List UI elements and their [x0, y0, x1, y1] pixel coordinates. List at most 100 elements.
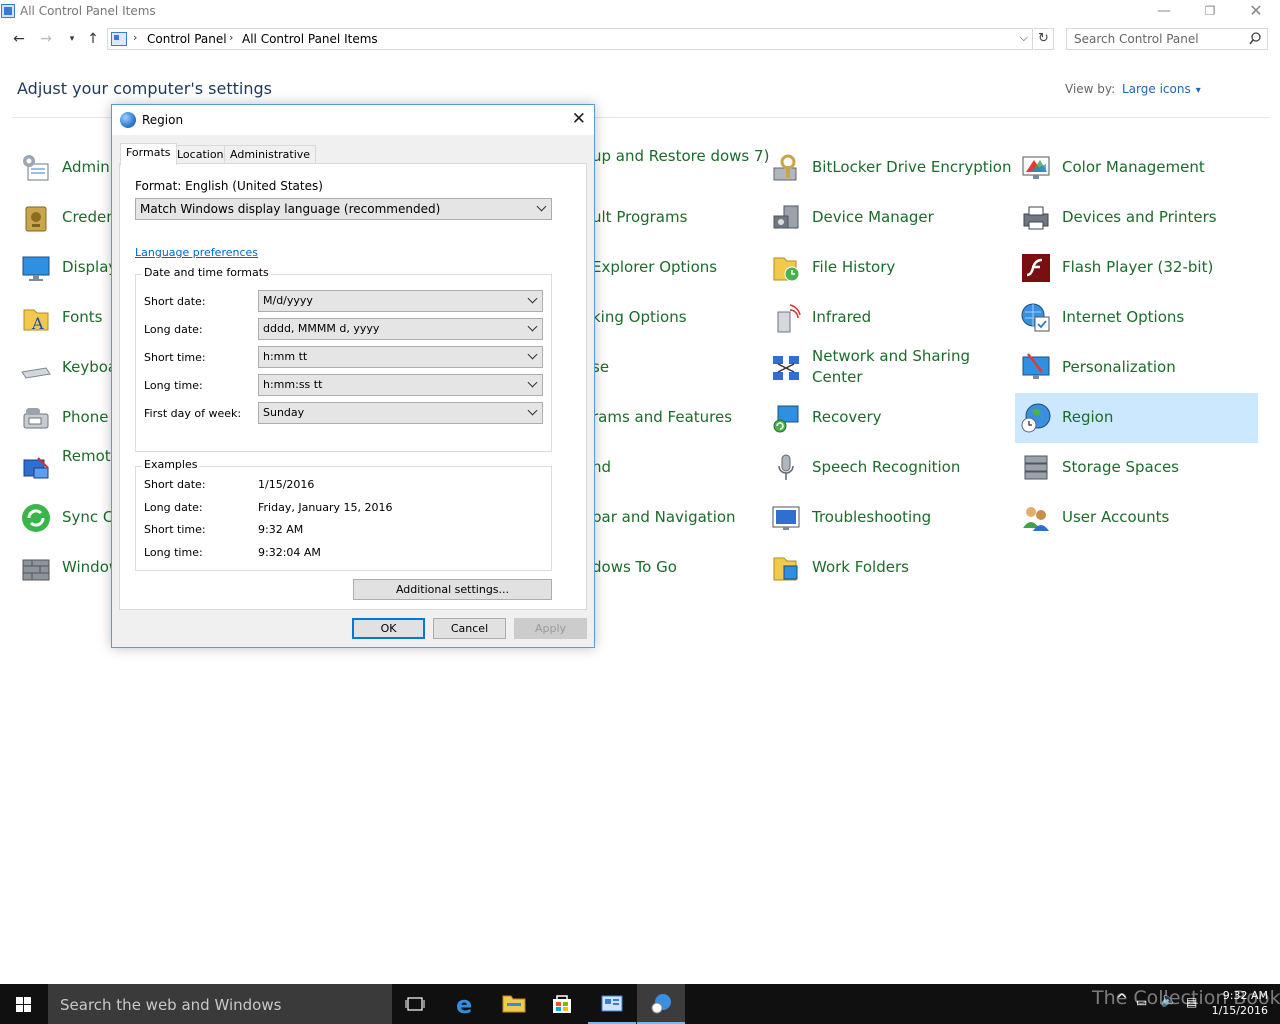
cp-item-recovery[interactable]: Recovery — [765, 393, 1008, 443]
first-day-select[interactable]: Sunday — [258, 402, 543, 424]
cp-item-label: Explorer Options — [592, 258, 718, 276]
troubleshooting-icon — [772, 506, 800, 530]
long-time-value: h:mm:ss tt — [263, 378, 323, 391]
close-button[interactable]: ✕ — [1233, 0, 1279, 24]
storage-spaces-icon — [1024, 455, 1048, 480]
example-long-time-label: Long time: — [144, 546, 203, 559]
tab-location[interactable]: Location — [171, 145, 230, 164]
long-date-select[interactable]: dddd, MMMM d, yyyy — [258, 318, 543, 340]
cp-item-label: Display — [62, 258, 118, 276]
breadcrumb-chevron-icon[interactable]: › — [133, 31, 137, 44]
cp-item-label: Speech Recognition — [812, 458, 961, 476]
search-icon[interactable] — [1249, 32, 1261, 46]
task-view-icon[interactable] — [392, 984, 440, 1024]
cp-item-storage-spaces[interactable]: Storage Spaces — [1015, 443, 1258, 493]
long-time-select[interactable]: h:mm:ss tt — [258, 374, 543, 396]
flash-player-icon — [1022, 254, 1050, 282]
view-by-label: View by: — [1065, 82, 1116, 96]
cp-item-label: Phone — [62, 408, 109, 426]
minimize-button[interactable]: — — [1141, 0, 1187, 24]
cp-item-label: Region — [1062, 408, 1114, 426]
fonts-icon: A — [23, 309, 49, 333]
language-preferences-link[interactable]: Language preferences — [135, 246, 258, 259]
cp-item-label: Color Management — [1062, 158, 1205, 176]
dialog-close-icon[interactable]: ✕ — [572, 109, 586, 129]
dialog-titlebar[interactable]: Region ✕ — [112, 105, 594, 135]
short-date-select[interactable]: M/d/yyyy — [258, 290, 543, 312]
control-panel-taskbar-icon[interactable] — [588, 984, 636, 1024]
ok-button[interactable]: OK — [352, 618, 425, 639]
color-management-icon — [1022, 156, 1050, 179]
cp-item-device-manager[interactable]: Device Manager — [765, 193, 1008, 243]
cp-item-bitlocker[interactable]: BitLocker Drive Encryption — [765, 143, 1011, 193]
address-bar[interactable]: › Control Panel › All Control Panel Item… — [107, 28, 1033, 50]
search-input[interactable] — [1067, 29, 1237, 49]
navigation-bar: ← → ▾ ↑ › Control Panel › All Control Pa… — [0, 28, 1280, 52]
region-globe-icon — [1021, 403, 1051, 433]
search-box[interactable] — [1066, 28, 1268, 50]
edge-browser-icon[interactable]: e — [442, 984, 490, 1024]
network-icon[interactable]: ▭ — [1136, 995, 1147, 1009]
cp-item-network-sharing[interactable]: Network and Sharing Center — [765, 343, 1008, 393]
tab-administrative[interactable]: Administrative — [224, 145, 317, 164]
breadcrumb-chevron-icon[interactable]: › — [229, 31, 233, 44]
start-button[interactable] — [0, 984, 48, 1024]
recent-locations-chevron-icon[interactable]: ▾ — [62, 28, 82, 52]
cp-item-work-folders[interactable]: Work Folders — [765, 543, 1008, 593]
examples-group: Examples Short date: 1/15/2016 Long date… — [135, 458, 552, 571]
cp-item-infrared[interactable]: Infrared — [765, 293, 1008, 343]
apply-button[interactable]: Apply — [514, 618, 587, 639]
cp-item-region[interactable]: Region — [1015, 393, 1258, 443]
breadcrumb-all-items[interactable]: All Control Panel Items — [242, 32, 378, 46]
cp-item-label: ult Programs — [592, 208, 688, 226]
cp-item-internet-options[interactable]: Internet Options — [1015, 293, 1258, 343]
cp-item-personalization[interactable]: Personalization — [1015, 343, 1258, 393]
format-select[interactable]: Match Windows display language (recommen… — [135, 198, 552, 220]
short-time-select[interactable]: h:mm tt — [258, 346, 543, 368]
examples-title: Examples — [142, 458, 200, 471]
cp-item-color-management[interactable]: Color Management — [1015, 143, 1258, 193]
additional-settings-button[interactable]: Additional settings... — [353, 579, 552, 600]
address-dropdown-icon[interactable]: ⌵ — [1020, 31, 1028, 45]
tab-formats[interactable]: Formats — [120, 143, 177, 165]
show-hidden-icons-chevron-icon[interactable]: ^ — [1116, 992, 1128, 1008]
control-panel-icon — [1, 4, 15, 18]
region-taskbar-icon[interactable] — [637, 984, 685, 1024]
taskbar: Search the web and Windows e The Collect… — [0, 984, 1280, 1024]
example-short-time-label: Short time: — [144, 523, 206, 536]
system-clock[interactable]: 9:32 AM 1/15/2016 — [1212, 988, 1268, 1018]
example-long-date-value: Friday, January 15, 2016 — [258, 501, 393, 514]
action-center-icon[interactable]: ▤ — [1186, 995, 1197, 1009]
breadcrumb-control-panel[interactable]: Control Panel — [147, 32, 227, 46]
cancel-button[interactable]: Cancel — [433, 618, 506, 639]
volume-icon[interactable]: 🔈 — [1160, 992, 1177, 1008]
window-titlebar: All Control Panel Items — ❐ ✕ — [0, 0, 1280, 24]
cp-item-label: Fonts — [62, 308, 103, 326]
svg-text:e: e — [456, 991, 472, 1019]
cp-item-user-accounts[interactable]: User Accounts — [1015, 493, 1258, 543]
cp-item-flash-player[interactable]: Flash Player (32-bit) — [1015, 243, 1258, 293]
cp-item-devices-printers[interactable]: Devices and Printers — [1015, 193, 1258, 243]
recovery-icon — [773, 405, 799, 433]
back-arrow-icon[interactable]: ← — [9, 28, 29, 52]
refresh-icon[interactable]: ↻ — [1034, 28, 1054, 50]
printer-icon — [1023, 206, 1049, 230]
cp-item-file-history[interactable]: File History — [765, 243, 1008, 293]
cp-item-label: rams and Features — [592, 408, 733, 426]
restore-button[interactable]: ❐ — [1187, 0, 1233, 24]
example-short-date-value: 1/15/2016 — [258, 478, 315, 491]
cp-item-speech-recognition[interactable]: Speech Recognition — [765, 443, 1008, 493]
display-icon — [22, 256, 50, 281]
view-by-dropdown[interactable]: Large icons — [1122, 82, 1201, 96]
file-explorer-icon[interactable] — [490, 984, 538, 1024]
up-arrow-icon[interactable]: ↑ — [83, 28, 103, 52]
long-date-value: dddd, MMMM d, yyyy — [263, 322, 380, 335]
region-globe-icon — [120, 112, 136, 128]
store-icon[interactable] — [538, 984, 586, 1024]
forward-arrow-icon[interactable]: → — [36, 28, 56, 52]
windows-logo-icon — [16, 997, 32, 1013]
cp-item-troubleshooting[interactable]: Troubleshooting — [765, 493, 1008, 543]
taskbar-search-box[interactable]: Search the web and Windows — [48, 984, 392, 1024]
chevron-down-icon — [529, 407, 537, 415]
chevron-down-icon — [529, 351, 537, 359]
